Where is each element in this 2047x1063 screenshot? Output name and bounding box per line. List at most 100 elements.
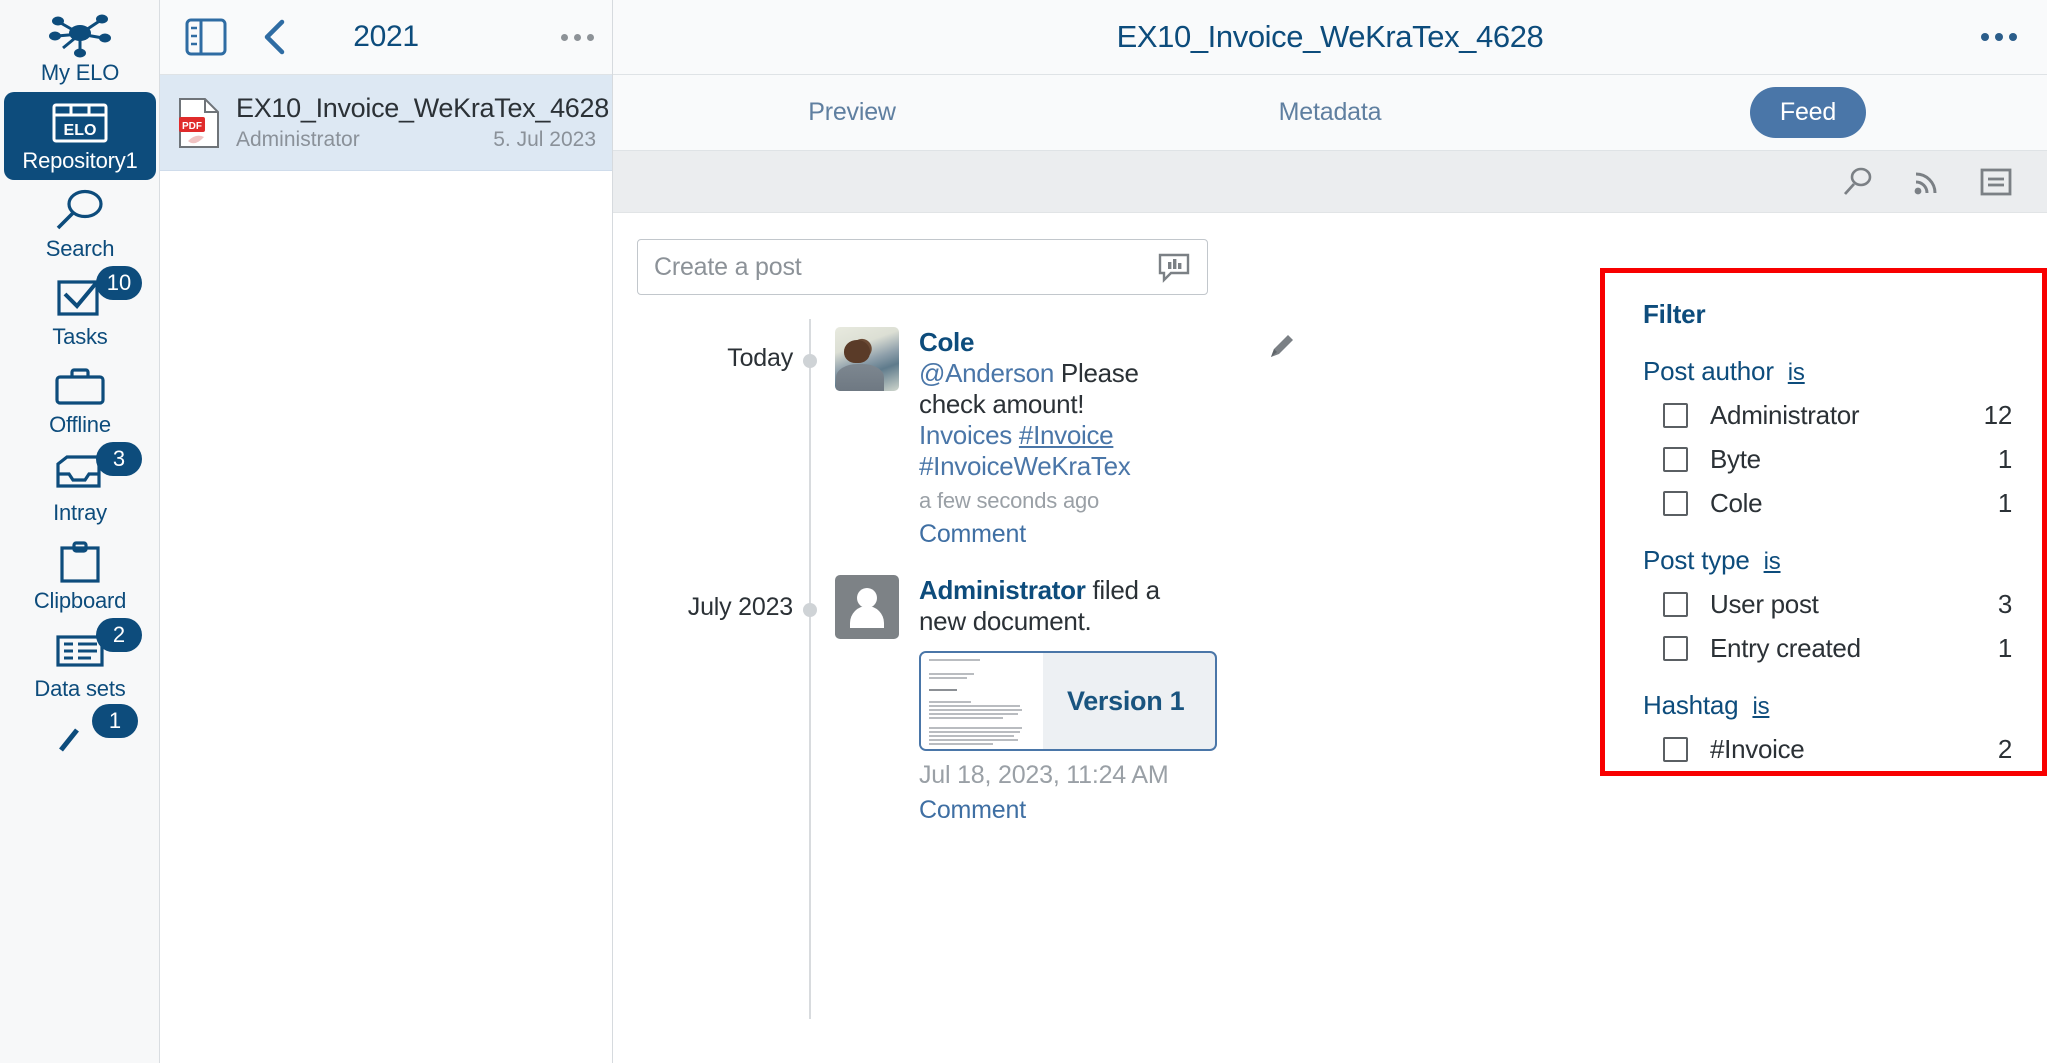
sidebar-item-offline[interactable]: Offline (4, 356, 156, 444)
details-list-icon[interactable] (1979, 166, 2013, 198)
sidebar-item-label: Clipboard (33, 588, 127, 613)
sidebar-badge-intray: 3 (96, 442, 142, 476)
document-thumbnail (921, 653, 1043, 749)
filter-group-name: Post type (1643, 545, 1750, 575)
tab-metadata[interactable]: Metadata (1091, 98, 1569, 127)
chevron-left-icon[interactable] (260, 17, 290, 57)
filter-option[interactable]: #Invoice 2 (1643, 734, 2012, 765)
filter-group-header: Post author is (1643, 356, 2012, 387)
tab-preview[interactable]: Preview (613, 98, 1091, 127)
filter-option[interactable]: Byte 1 (1643, 444, 2012, 475)
edit-pencil-icon[interactable] (1263, 331, 1297, 370)
sidebar-item-intray[interactable]: 3 Intray (4, 442, 156, 532)
filter-option-label: Entry created (1710, 633, 1861, 663)
tab-bar: Preview Metadata Feed (613, 75, 2047, 151)
comment-button[interactable]: Comment (919, 796, 1177, 825)
version-card[interactable]: Version 1 (919, 651, 1217, 751)
svg-text:ELO: ELO (64, 122, 97, 139)
filter-operator-link[interactable]: is (1764, 548, 1781, 576)
checkbox[interactable] (1663, 447, 1688, 472)
filter-option[interactable]: Entry created 1 (1643, 633, 2012, 664)
tab-label: Metadata (1278, 98, 1382, 126)
filter-operator-link[interactable]: is (1752, 693, 1769, 721)
filter-option-count: 2 (1997, 734, 2012, 764)
network-icon (49, 10, 111, 60)
comment-button[interactable]: Comment (919, 520, 1177, 549)
tab-feed[interactable]: Feed (1569, 87, 2047, 138)
filter-group-header: Hashtag is (1643, 690, 2012, 721)
checkbox[interactable] (1663, 403, 1688, 428)
list-item-meta: EX10_Invoice_WeKraTex_4628 Administrator… (236, 93, 609, 152)
sidebar-badge-partial: 1 (92, 704, 138, 738)
filter-group-name: Post author (1643, 356, 1774, 386)
list-toolbar: 2021 (160, 0, 612, 75)
filter-group-post-author: Post author is Administrator 12 Byte 1 C… (1643, 356, 2012, 519)
search-icon (51, 186, 109, 236)
sidebar-toggle-icon[interactable] (184, 17, 228, 57)
filter-option[interactable]: Administrator 12 (1643, 400, 2012, 431)
checkbox[interactable] (1663, 491, 1688, 516)
avatar (835, 575, 899, 639)
post-timestamp: a few seconds ago (919, 488, 1100, 513)
feed-post-administrator: Administrator filed a new document. Vers… (835, 575, 1217, 825)
timeline-group-label: Today (727, 344, 793, 372)
sidebar-item-label: Tasks (52, 324, 108, 349)
svg-text:PDF: PDF (182, 121, 202, 132)
list-item-author: Administrator (236, 128, 360, 151)
sidebar-badge-tasks: 10 (96, 266, 142, 300)
briefcase-icon (51, 362, 109, 412)
feed-post-cole: Cole @Anderson Please check amount! Invo… (835, 327, 1293, 549)
filter-option-label: Administrator (1710, 400, 1860, 430)
checkbox[interactable] (1663, 737, 1688, 762)
sidebar-item-search[interactable]: Search (4, 180, 156, 268)
create-post-input[interactable]: Create a post (637, 239, 1208, 295)
checkbox[interactable] (1663, 592, 1688, 617)
more-options-icon[interactable] (1981, 33, 2017, 41)
filter-operator-link[interactable]: is (1788, 359, 1805, 387)
post-author[interactable]: Administrator (919, 575, 1086, 605)
filter-panel-title: Filter (1643, 299, 1706, 329)
filter-option[interactable]: Cole 1 (1643, 488, 2012, 519)
post-timestamp: Jul 18, 2023, 11:24 AM (919, 761, 1169, 789)
tab-label: Feed (1749, 87, 1867, 138)
search-icon[interactable] (1841, 165, 1875, 199)
post-hashtag-invoicewekratex[interactable]: #InvoiceWeKraTex (919, 451, 1131, 481)
checkbox[interactable] (1663, 636, 1688, 661)
version-label: Version 1 (1067, 685, 1185, 716)
filter-option-count: 12 (1983, 400, 2013, 430)
timeline-group-label: July 2023 (687, 593, 793, 621)
sidebar-item-clipboard[interactable]: Clipboard (4, 532, 156, 620)
post-mention[interactable]: @Anderson (919, 358, 1054, 388)
post-body: Administrator filed a new document. Vers… (919, 575, 1217, 825)
post-hashtag-invoice[interactable]: #Invoice (1019, 420, 1114, 450)
feed-toolbar (613, 151, 2047, 213)
timeline-axis (809, 319, 811, 1019)
sidebar-item-data-sets[interactable]: 2 Data sets (4, 618, 156, 708)
post-link[interactable]: Invoices (919, 420, 1019, 450)
filter-group-post-type: Post type is User post 3 Entry created 1 (1643, 545, 2012, 664)
timeline-dot (803, 354, 817, 368)
sidebar-item-label: Offline (49, 412, 111, 437)
more-options-icon[interactable] (561, 33, 594, 41)
filter-panel: Filter Post author is Administrator 12 B… (1600, 268, 2047, 776)
list-item[interactable]: PDF EX10_Invoice_WeKraTex_4628 Administr… (160, 75, 612, 171)
document-list-panel: 2021 PDF EX10_Invoice_WeKraTex_4628 Admi… (160, 0, 613, 1063)
sidebar-item-repository1[interactable]: ELO Repository1 (4, 92, 156, 180)
sidebar-item-tasks[interactable]: 10 Tasks (4, 266, 156, 356)
elo-repository-icon: ELO (49, 98, 111, 148)
post-body: Cole @Anderson Please check amount! Invo… (919, 327, 1177, 549)
sidebar-item-my-elo[interactable]: My ELO (4, 4, 156, 92)
filter-group-hashtag: Hashtag is #Invoice 2 (1643, 690, 2012, 765)
list-item-date: 5. Jul 2023 (493, 128, 596, 151)
sidebar-item-partial[interactable]: 1 (4, 704, 156, 758)
filter-option-label: #Invoice (1710, 734, 1805, 764)
left-navigation-rail: My ELO ELO Repository1 Search 10 Tasks O… (0, 0, 160, 1063)
clipboard-icon (51, 538, 109, 588)
poll-bubble-icon[interactable] (1157, 251, 1191, 283)
sidebar-item-label: Repository1 (22, 148, 138, 173)
sidebar-item-label: Intray (53, 500, 107, 525)
rss-feed-icon[interactable] (1911, 166, 1943, 198)
timeline-dot (803, 603, 817, 617)
filter-option[interactable]: User post 3 (1643, 589, 2012, 620)
filter-option-label: User post (1710, 589, 1819, 619)
